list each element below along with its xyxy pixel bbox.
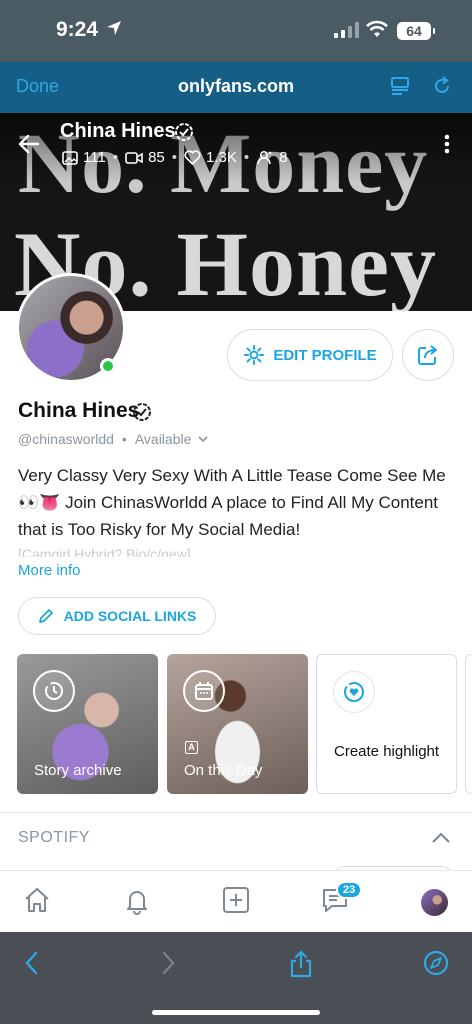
- video-icon: [125, 151, 143, 164]
- status-time: 9:24: [56, 18, 99, 41]
- reader-view-icon[interactable]: [389, 75, 411, 97]
- add-post-icon[interactable]: [221, 885, 251, 915]
- create-highlight-card[interactable]: Create highlight: [316, 654, 457, 794]
- add-social-links-label: ADD SOCIAL LINKS: [63, 608, 197, 624]
- on-this-day-label: On this Day: [184, 762, 263, 779]
- pencil-icon: [38, 609, 53, 623]
- stat-likes: 1.3K: [184, 149, 237, 166]
- chevron-down-icon[interactable]: [197, 435, 209, 443]
- stat-videos: 85: [125, 149, 165, 166]
- fans-icon: [257, 150, 272, 165]
- profile-bio: Very Classy Very Sexy With A Little Teas…: [18, 462, 458, 557]
- verified-badge-icon: [133, 403, 151, 421]
- share-sheet-icon[interactable]: [288, 949, 314, 979]
- bio-line-2: 👀👅 Join ChinasWorldd A place to Find All…: [18, 493, 439, 512]
- cellular-signal-icon: [334, 22, 359, 38]
- highlight-card-partial[interactable]: [465, 654, 472, 794]
- back-arrow-icon[interactable]: [18, 133, 40, 155]
- photo-icon: [62, 150, 78, 165]
- home-icon[interactable]: [22, 885, 52, 915]
- heart-icon: [184, 150, 201, 165]
- profile-tab-avatar[interactable]: [421, 889, 448, 916]
- messages-badge: 23: [336, 881, 363, 899]
- gear-icon: [244, 345, 265, 365]
- more-info-link[interactable]: More info: [18, 562, 81, 579]
- edit-profile-button[interactable]: EDIT PROFILE: [227, 329, 393, 381]
- story-archive-card[interactable]: Story archive: [17, 654, 158, 794]
- chevron-up-icon[interactable]: [431, 831, 451, 845]
- add-social-links-button[interactable]: ADD SOCIAL LINKS: [18, 597, 216, 635]
- share-icon: [418, 345, 437, 365]
- section-divider: [0, 812, 472, 813]
- bio-emoji: 👀👅: [18, 493, 61, 512]
- stat-videos-count: 85: [148, 149, 165, 166]
- story-archive-label: Story archive: [34, 762, 122, 779]
- profile-name: China Hines: [18, 399, 140, 422]
- wifi-icon: [366, 20, 388, 37]
- more-options-icon[interactable]: [440, 133, 454, 155]
- online-status-dot: [100, 358, 116, 374]
- on-this-day-card[interactable]: A On this Day: [167, 654, 308, 794]
- edit-profile-label: EDIT PROFILE: [273, 346, 377, 364]
- home-indicator: [152, 1010, 320, 1015]
- profile-stats: 111 • 85 • 1.3K • 8: [62, 149, 288, 166]
- stat-photos-count: 111: [83, 149, 106, 166]
- share-button[interactable]: [402, 329, 454, 381]
- location-arrow-icon: [107, 21, 121, 35]
- bio-faded-line: [Camgirl Hybrid? Bio/c/new]: [18, 546, 191, 557]
- spotify-section-title[interactable]: SPOTIFY: [18, 829, 90, 847]
- bio-line-1: Very Classy Very Sexy With A Little Teas…: [18, 466, 446, 485]
- header-display-name: China Hines: [60, 120, 176, 142]
- availability-status[interactable]: Available: [135, 431, 192, 447]
- create-highlight-label: Create highlight: [334, 743, 440, 760]
- back-chevron-icon[interactable]: [22, 949, 42, 977]
- reload-icon[interactable]: [431, 75, 453, 97]
- profile-handle-row: @chinasworldd • Available: [18, 431, 209, 447]
- stat-photos: 111: [62, 149, 106, 166]
- profile-handle: @chinasworldd: [18, 431, 114, 447]
- forward-chevron-icon[interactable]: [158, 949, 178, 977]
- stat-fans: 8: [256, 149, 288, 166]
- highlight-heart-icon: [333, 671, 375, 713]
- stat-likes-count: 1.3K: [206, 149, 237, 166]
- media-type-icon: A: [185, 741, 198, 754]
- verified-badge-icon: [175, 123, 193, 141]
- browser-bar: Done onlyfans.com: [0, 62, 472, 113]
- calendar-icon: [183, 670, 225, 712]
- stat-fans-count: 8: [279, 149, 288, 166]
- story-archive-icon: [33, 670, 75, 712]
- bio-line-3: that is Too Risky for My Social Media!: [18, 520, 301, 539]
- compass-icon[interactable]: [422, 949, 450, 977]
- status-bar: 9:24 64: [0, 0, 472, 62]
- battery-indicator: 64: [397, 22, 435, 40]
- bell-icon[interactable]: [122, 885, 152, 915]
- bottom-tab-bar: [0, 870, 472, 932]
